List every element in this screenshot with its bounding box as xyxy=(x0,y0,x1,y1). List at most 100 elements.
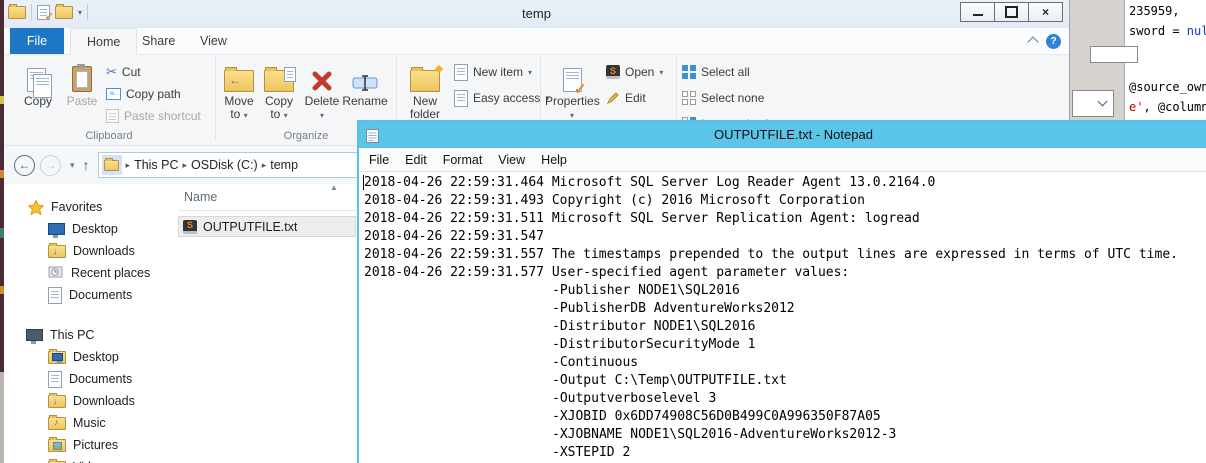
select-none-button[interactable]: Select none xyxy=(682,89,764,107)
sidebar-item-downloads[interactable]: ↓ Downloads xyxy=(4,240,170,262)
sidebar-group-this-pc[interactable]: This PC xyxy=(4,324,170,346)
notepad-app-icon xyxy=(366,127,379,143)
breadcrumb-temp[interactable]: temp xyxy=(270,158,298,172)
open-button[interactable]: S Open ▾ xyxy=(606,63,663,81)
sidebar-item-recent-places[interactable]: Recent places xyxy=(4,262,170,284)
sidebar-item-pc-videos[interactable]: Videos xyxy=(4,456,170,463)
easy-access-button[interactable]: Easy access ▾ xyxy=(454,89,549,107)
menu-edit[interactable]: Edit xyxy=(397,153,435,167)
move-to-icon: ← xyxy=(224,67,254,92)
back-button[interactable]: ← xyxy=(14,154,35,176)
collapse-ribbon-icon[interactable] xyxy=(1027,36,1039,48)
group-divider xyxy=(215,57,216,141)
select-all-button[interactable]: Select all xyxy=(682,63,750,81)
sidebar-item-pc-music[interactable]: ♪ Music xyxy=(4,412,170,434)
edit-button[interactable]: Edit xyxy=(606,89,646,107)
minimize-button[interactable] xyxy=(960,2,995,22)
paste-button[interactable]: Paste xyxy=(62,60,102,108)
favorites-label: Favorites xyxy=(51,200,103,214)
copy-button[interactable]: Copy xyxy=(18,60,58,108)
close-button[interactable]: × xyxy=(1028,2,1063,22)
copy-path-label: Copy path xyxy=(126,87,181,101)
forward-button[interactable]: → xyxy=(40,154,61,176)
breadcrumb-this-pc[interactable]: This PC xyxy=(134,158,178,172)
move-to-label: Move to xyxy=(224,94,254,121)
cut-button[interactable]: ✂ Cut xyxy=(106,63,141,81)
tab-share[interactable]: Share xyxy=(126,28,191,54)
breadcrumb[interactable]: ▸ This PC ▸ OSDisk (C:) ▸ temp xyxy=(97,152,365,178)
sidebar-item-pc-downloads[interactable]: ↓ Downloads xyxy=(4,390,170,412)
sql-fragment: e', @column xyxy=(1129,100,1206,114)
notepad-titlebar[interactable]: OUTPUTFILE.txt - Notepad xyxy=(359,122,1206,148)
sort-ascending-icon[interactable]: ▲ xyxy=(330,183,338,192)
default-app-icon: S xyxy=(606,65,620,79)
delete-x-icon xyxy=(312,71,332,91)
help-icon[interactable]: ? xyxy=(1046,34,1061,49)
chevron-down-icon xyxy=(1097,96,1108,107)
this-pc-label: This PC xyxy=(50,328,95,342)
clipboard-group-label: Clipboard xyxy=(85,130,133,142)
chevron-right-icon: ▸ xyxy=(261,159,267,170)
rename-button[interactable]: Rename xyxy=(342,60,388,108)
sidebar-item-pc-pictures[interactable]: Pictures xyxy=(4,434,170,456)
caret-down-icon: ▾ xyxy=(659,67,664,77)
sidebar-item-label: Recent places xyxy=(71,266,151,280)
breadcrumb-osdisk[interactable]: OSDisk (C:) xyxy=(191,158,258,172)
tab-file[interactable]: File xyxy=(10,28,64,54)
paste-shortcut-button[interactable]: Paste shortcut xyxy=(106,107,201,125)
sidebar-item-desktop[interactable]: Desktop xyxy=(4,218,170,240)
maximize-button[interactable] xyxy=(994,2,1029,22)
background-combo-box xyxy=(1072,90,1114,117)
sidebar-item-documents[interactable]: Documents xyxy=(4,284,170,306)
notepad-text-area[interactable]: 2018-04-26 22:59:31.464 Microsoft SQL Se… xyxy=(359,172,1206,463)
log-line: -PublisherDB AdventureWorks2012 xyxy=(552,301,795,316)
sidebar-item-pc-desktop[interactable]: Desktop xyxy=(4,346,170,368)
location-folder-icon xyxy=(101,155,122,175)
notepad-window: OUTPUTFILE.txt - Notepad File Edit Forma… xyxy=(357,120,1206,463)
pictures-folder-icon xyxy=(48,436,66,452)
sidebar-item-pc-documents[interactable]: Documents xyxy=(4,368,170,390)
sidebar-item-label: Pictures xyxy=(73,438,119,452)
up-button[interactable]: ↑ xyxy=(83,157,90,173)
select-all-icon xyxy=(682,65,696,79)
log-line: 2018-04-26 22:59:31.464 Microsoft SQL Se… xyxy=(364,175,936,190)
move-to-button[interactable]: ← Move to ▾ xyxy=(220,60,258,122)
menu-format[interactable]: Format xyxy=(435,153,491,167)
menu-file[interactable]: File xyxy=(361,153,397,167)
sidebar-group-favorites[interactable]: Favorites xyxy=(4,196,170,218)
sql-null-keyword: null xyxy=(1186,24,1206,38)
caret-down-icon: ▾ xyxy=(569,111,574,120)
tab-view[interactable]: View xyxy=(184,28,243,54)
caret-down-icon: ▾ xyxy=(528,67,533,77)
new-item-button[interactable]: New item ▾ xyxy=(454,63,532,81)
select-none-label: Select none xyxy=(701,91,765,105)
recent-places-icon xyxy=(48,266,63,278)
explorer-titlebar[interactable]: ✓ ▾ temp × xyxy=(4,0,1069,28)
copy-path-button[interactable]: w.. Copy path xyxy=(106,85,181,103)
log-line: 2018-04-26 22:59:31.577 User-specified a… xyxy=(364,265,850,280)
check-icon: ✓ xyxy=(573,81,587,98)
paste-label: Paste xyxy=(66,94,98,108)
paste-icon xyxy=(72,64,92,92)
log-line: -Continuous xyxy=(552,355,639,370)
log-line: -XSTEPID 2 xyxy=(552,445,631,460)
notepad-menubar: File Edit Format View Help xyxy=(359,148,1206,172)
this-pc-icon xyxy=(26,329,43,344)
cut-label: Cut xyxy=(121,65,141,79)
menu-view[interactable]: View xyxy=(490,153,533,167)
file-row-outputfile[interactable]: S OUTPUTFILE.txt xyxy=(178,216,356,237)
column-header-name[interactable]: Name xyxy=(184,184,217,210)
menu-help[interactable]: Help xyxy=(533,153,575,167)
copy-to-button[interactable]: Copy to ▾ xyxy=(260,60,298,122)
log-line: -DistributorSecurityMode 1 xyxy=(552,337,756,352)
sidebar-item-label: Downloads xyxy=(73,244,135,258)
sql-text: , @column xyxy=(1143,100,1206,114)
recent-locations-caret-icon[interactable]: ▾ xyxy=(70,160,75,171)
pencil-icon xyxy=(606,92,619,105)
caret-down-icon: ▾ xyxy=(283,111,288,120)
sql-fragment: 235959, xyxy=(1129,4,1180,18)
delete-button[interactable]: Delete ▾ xyxy=(302,60,342,122)
properties-button[interactable]: ✓ Properties ▾ xyxy=(545,60,600,122)
new-folder-button[interactable]: New folder xyxy=(402,60,448,121)
log-line: -Outputverboselevel 3 xyxy=(552,391,717,406)
